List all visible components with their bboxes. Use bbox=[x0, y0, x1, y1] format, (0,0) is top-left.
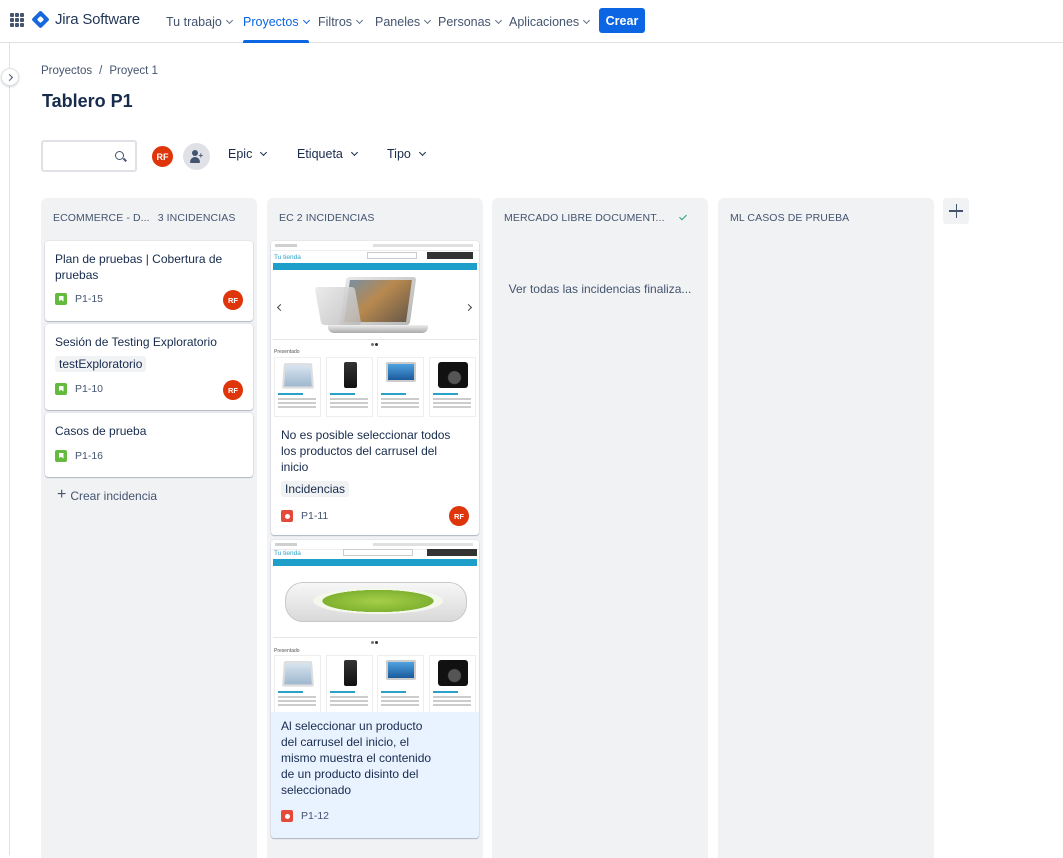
chevron-down-icon bbox=[302, 16, 310, 24]
story-icon bbox=[55, 450, 67, 462]
breadcrumb-separator: / bbox=[99, 65, 103, 77]
column-header[interactable]: EC 2 INCIDENCIAS bbox=[279, 212, 375, 224]
chevron-down-icon bbox=[260, 148, 268, 157]
issue-card-p1-11[interactable]: Tu tienda Presentado No es posible selec… bbox=[271, 241, 479, 535]
card-summary: Al seleccionar un producto del carrusel … bbox=[281, 719, 432, 797]
chevron-down-icon bbox=[424, 16, 432, 24]
app-switcher-icon[interactable] bbox=[10, 13, 24, 27]
jira-logo[interactable]: Jira Software bbox=[31, 10, 140, 29]
card-footer: P1-12 bbox=[281, 810, 329, 822]
board-column-mercado-libre: MERCADO LIBRE DOCUMENT... Ver todas las … bbox=[492, 198, 708, 858]
create-button[interactable]: Crear bbox=[599, 8, 645, 33]
board-column-ec: EC 2 INCIDENCIAS Tu tienda Presentado No… bbox=[267, 198, 483, 858]
chevron-right-icon bbox=[5, 73, 13, 81]
card-footer: P1-10 bbox=[55, 383, 103, 395]
issue-card-p1-10[interactable]: Sesión de Testing Exploratorio testExplo… bbox=[45, 324, 253, 410]
board-column-ecommerce: ECOMMERCE - D... 3 INCIDENCIAS Plan de pr… bbox=[41, 198, 257, 858]
card-cover-image: Tu tienda Presentado bbox=[271, 540, 479, 712]
jira-logo-icon bbox=[31, 10, 50, 29]
issue-key[interactable]: P1-12 bbox=[301, 810, 329, 822]
chevron-down-icon bbox=[350, 148, 358, 157]
create-issue-button[interactable]: + Crear incidencia bbox=[57, 486, 157, 504]
page-title: Tablero P1 bbox=[42, 91, 133, 111]
issue-key[interactable]: P1-11 bbox=[301, 510, 328, 522]
product-name: Jira Software bbox=[55, 11, 140, 28]
chevron-down-icon bbox=[355, 16, 364, 24]
column-header[interactable]: ECOMMERCE - D... 3 INCIDENCIAS bbox=[53, 212, 235, 224]
expand-sidebar-button[interactable] bbox=[1, 68, 19, 86]
add-column-button[interactable] bbox=[943, 198, 969, 224]
view-done-issues-link[interactable]: Ver todas las incidencias finaliza... bbox=[492, 282, 708, 296]
filter-tipo[interactable]: Tipo bbox=[387, 147, 426, 161]
nav-tu-trabajo[interactable]: Tu trabajo bbox=[166, 0, 233, 43]
column-header[interactable]: MERCADO LIBRE DOCUMENT... bbox=[504, 212, 687, 224]
breadcrumb: Proyectos / Proyect 1 bbox=[41, 65, 158, 77]
card-summary: Casos de prueba bbox=[55, 424, 147, 438]
nav-filtros[interactable]: Filtros bbox=[318, 0, 364, 43]
cover-store-brand: Tu tienda bbox=[274, 254, 301, 261]
story-icon bbox=[55, 293, 67, 305]
breadcrumb-project[interactable]: Proyect 1 bbox=[109, 65, 158, 77]
chevron-down-icon bbox=[418, 148, 426, 157]
board-search-input[interactable] bbox=[41, 140, 137, 172]
issue-label: Incidencias bbox=[281, 481, 350, 497]
sidebar-rail bbox=[0, 43, 10, 855]
bug-icon bbox=[281, 810, 293, 822]
chevron-down-icon bbox=[494, 16, 502, 24]
column-header[interactable]: ML CASOS DE PRUEBA bbox=[730, 212, 849, 224]
card-summary: No es posible seleccionar todos los prod… bbox=[281, 428, 451, 474]
card-cover-image: Tu tienda Presentado bbox=[271, 241, 479, 417]
card-footer: P1-11 bbox=[281, 510, 328, 522]
chevron-down-icon bbox=[225, 16, 233, 24]
issue-label: testExploratorio bbox=[55, 356, 147, 372]
issue-key[interactable]: P1-10 bbox=[75, 383, 103, 395]
nav-paneles[interactable]: Paneles bbox=[375, 0, 432, 43]
search-icon bbox=[115, 151, 124, 160]
plus-icon: + bbox=[57, 486, 67, 503]
cover-section-heading: Presentado bbox=[274, 349, 300, 355]
top-navigation: Jira Software Tu trabajo Proyectos Filtr… bbox=[0, 0, 1063, 43]
nav-proyectos[interactable]: Proyectos bbox=[243, 0, 310, 43]
card-summary: Sesión de Testing Exploratorio bbox=[55, 335, 217, 349]
board-column-ml-casos: ML CASOS DE PRUEBA bbox=[718, 198, 934, 858]
assignee-avatar[interactable]: RF bbox=[223, 380, 243, 400]
add-people-button[interactable]: + bbox=[183, 143, 210, 170]
issue-card-p1-15[interactable]: Plan de pruebas | Cobertura de pruebas P… bbox=[45, 241, 253, 321]
filter-etiqueta[interactable]: Etiqueta bbox=[297, 147, 358, 161]
issue-key[interactable]: P1-15 bbox=[75, 293, 103, 305]
filter-epic[interactable]: Epic bbox=[228, 147, 268, 161]
issue-key[interactable]: P1-16 bbox=[75, 450, 103, 462]
cover-section-heading: Presentado bbox=[274, 648, 300, 654]
breadcrumb-proyectos[interactable]: Proyectos bbox=[41, 65, 92, 77]
done-check-icon bbox=[678, 212, 687, 221]
issue-card-p1-12[interactable]: Tu tienda Presentado Al seleccionar un p… bbox=[271, 540, 479, 838]
assignee-filter-avatar[interactable]: RF bbox=[150, 144, 175, 169]
assignee-avatar[interactable]: RF bbox=[449, 506, 469, 526]
nav-personas[interactable]: Personas bbox=[438, 0, 502, 43]
bug-icon bbox=[281, 510, 293, 522]
card-summary: Plan de pruebas | Cobertura de pruebas bbox=[55, 252, 223, 282]
story-icon bbox=[55, 383, 67, 395]
nav-aplicaciones[interactable]: Aplicaciones bbox=[509, 0, 591, 43]
chevron-down-icon bbox=[583, 16, 591, 24]
add-person-icon: + bbox=[189, 149, 204, 164]
issue-card-p1-16[interactable]: Casos de prueba P1-16 bbox=[45, 413, 253, 477]
card-footer: P1-15 bbox=[55, 293, 103, 305]
assignee-avatar[interactable]: RF bbox=[223, 290, 243, 310]
card-footer: P1-16 bbox=[55, 450, 103, 462]
cover-store-brand: Tu tienda bbox=[274, 550, 301, 557]
